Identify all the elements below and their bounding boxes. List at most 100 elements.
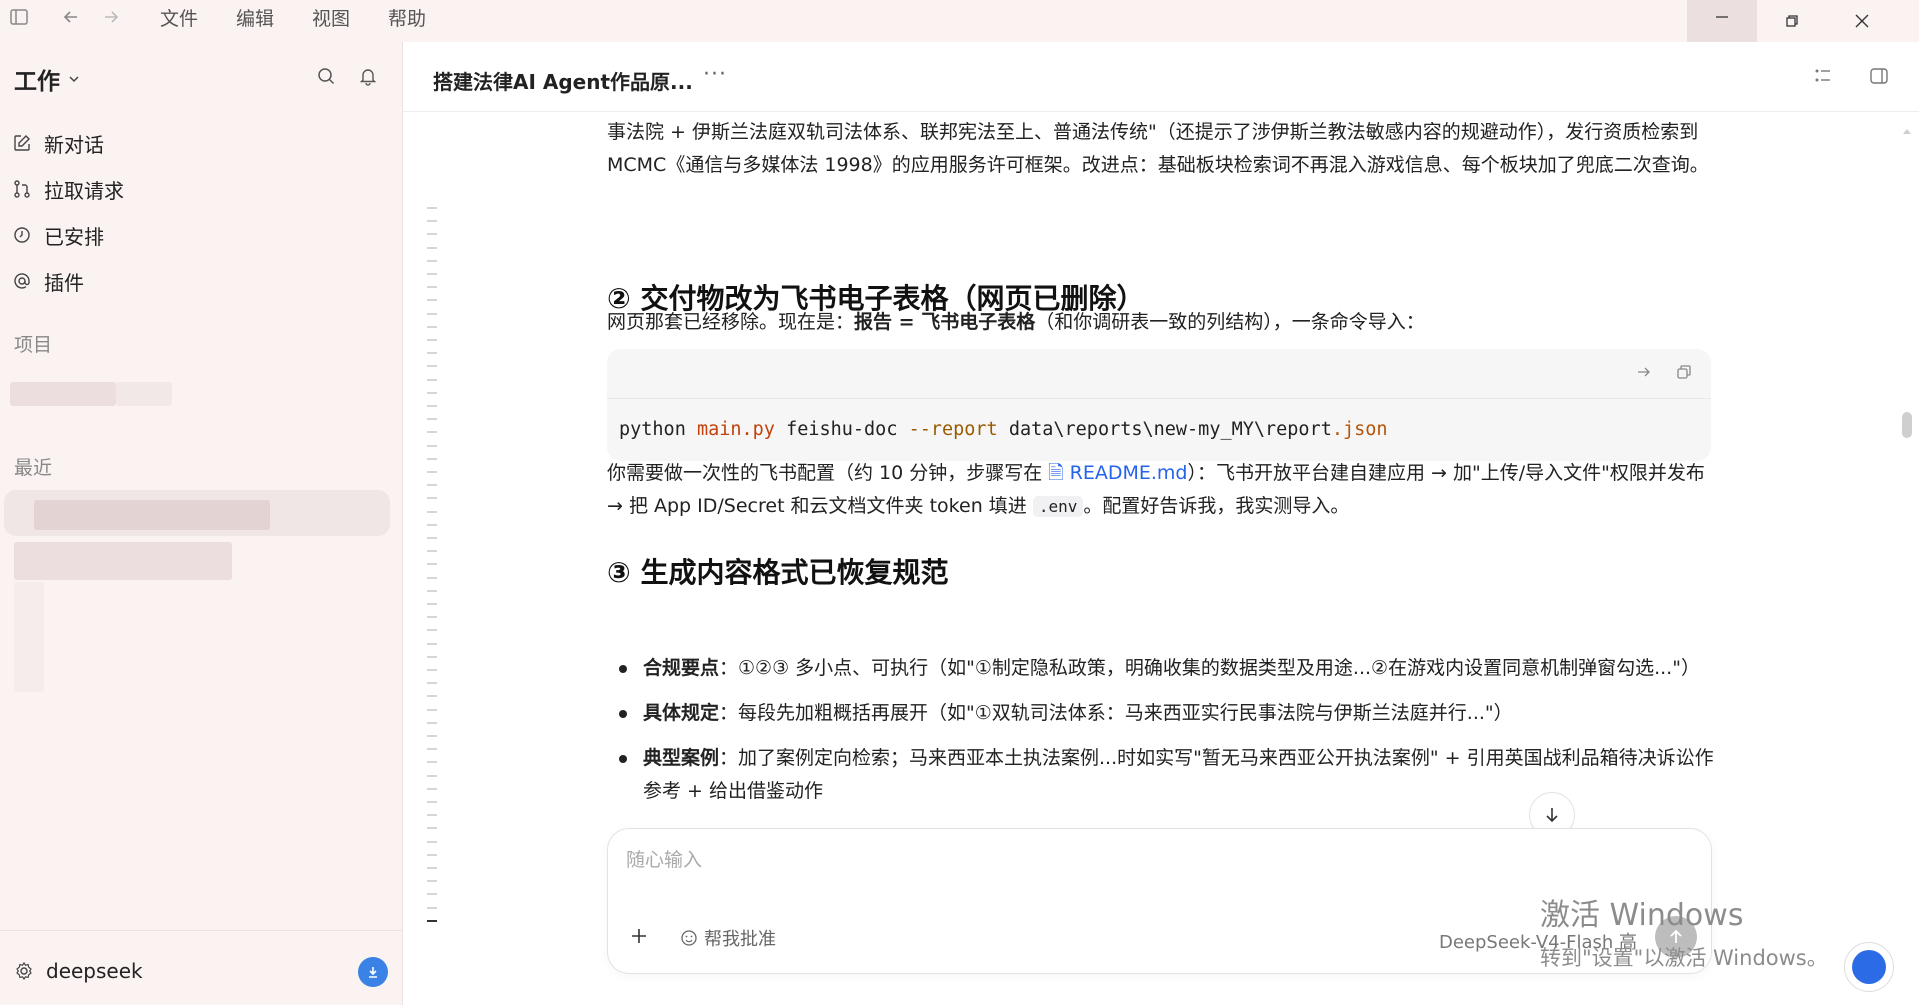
section2-paragraph: 网页那套已经移除。现在是：报告 = 飞书电子表格（和你调研表一致的列结构），一条… — [607, 306, 1717, 339]
minimap-tick — [427, 655, 437, 658]
minimap-tick — [427, 787, 437, 790]
minimap-tick — [427, 880, 437, 883]
download-button[interactable] — [358, 957, 388, 987]
recent-item-redacted — [34, 500, 270, 530]
text-span: 网页那套已经移除。现在是： — [607, 311, 855, 333]
section-heading-3: ③ 生成内容格式已恢复规范 — [607, 556, 949, 589]
watermark-line2: 转到"设置"以激活 Windows。 — [1540, 946, 1828, 970]
back-icon[interactable] — [56, 2, 86, 32]
sidebar-footer: deepseek — [0, 930, 402, 1005]
minimap-tick — [427, 325, 437, 328]
minimap-tick — [427, 220, 437, 223]
sidebar-item-new-chat[interactable]: 新对话 — [12, 120, 124, 166]
recent-item-redacted — [14, 582, 44, 692]
minimap-tick — [427, 616, 437, 619]
project-item-redacted[interactable] — [10, 382, 116, 406]
sidebar-item-scheduled[interactable]: 已安排 — [12, 212, 124, 258]
outline-icon[interactable] — [1813, 66, 1833, 86]
bold-equals: = — [892, 311, 922, 333]
restore-button[interactable] — [1757, 0, 1827, 42]
assistant-icon — [1852, 950, 1886, 984]
minimize-button[interactable] — [1687, 0, 1757, 42]
code-token: python — [619, 419, 697, 440]
message-content: 事法院 + 伊斯兰法庭双轨司法体系、联邦宪法至上、普通法传统"（还提示了涉伊斯兰… — [607, 112, 1717, 867]
minimap-tick — [427, 246, 437, 249]
minimap-tick — [427, 735, 437, 737]
minimap-tick — [427, 471, 437, 473]
message-minimap[interactable] — [427, 207, 439, 947]
arrow-down-icon — [1546, 808, 1558, 823]
minimap-tick — [427, 418, 437, 421]
menu-edit[interactable]: 编辑 — [236, 4, 274, 31]
watermark-line1: 激活 Windows — [1540, 898, 1744, 933]
smile-icon — [681, 930, 697, 946]
minimap-tick — [427, 484, 437, 487]
bell-icon[interactable] — [358, 66, 378, 86]
minimap-tick — [427, 299, 437, 302]
bold-feishu-sheet: 飞书电子表格 — [921, 311, 1036, 333]
scroll-up-arrow-icon[interactable] — [1901, 126, 1913, 136]
main-panel: 搭建法律AI Agent作品原... ··· 事法院 + 伊斯兰法庭双轨司法体系… — [402, 42, 1919, 1005]
sidebar-item-label: 新对话 — [44, 132, 104, 157]
readme-link[interactable]: README.md — [1070, 462, 1188, 484]
add-attachment-button[interactable] — [628, 925, 650, 951]
minimap-tick — [427, 853, 437, 856]
bold-report: 报告 — [854, 311, 893, 333]
bullet-bold: 合规要点 — [643, 657, 720, 679]
scrollbar[interactable] — [1901, 122, 1913, 982]
message-input[interactable] — [626, 843, 1526, 877]
title-bar: 文件 编辑 视图 帮助 — [0, 0, 1919, 42]
code-token: data\reports\new-my_MY\report — [997, 419, 1332, 440]
search-icon[interactable] — [316, 66, 336, 86]
bullet-bold: 具体规定 — [643, 702, 720, 724]
minimap-tick — [427, 537, 437, 539]
minimap-tick — [427, 906, 437, 909]
minimap-tick — [427, 603, 437, 605]
minimap-tick — [427, 339, 437, 341]
minimap-tick — [427, 259, 437, 262]
sidebar-item-plugins[interactable]: 插件 — [12, 258, 124, 304]
chevron-down-icon — [69, 76, 79, 83]
forward-icon[interactable] — [96, 2, 126, 32]
pull-request-icon — [14, 180, 30, 198]
minimap-tick — [427, 682, 437, 685]
sidebar-item-pull-requests[interactable]: 拉取请求 — [12, 166, 124, 212]
minimap-tick — [427, 708, 437, 711]
copy-icon[interactable] — [1675, 363, 1693, 381]
workspace-switcher[interactable]: 工作 — [14, 62, 82, 96]
minimap-tick — [427, 523, 437, 526]
approve-button[interactable]: 帮我批准 — [680, 925, 776, 951]
minimap-tick — [427, 669, 437, 671]
insert-arrow-icon[interactable] — [1635, 363, 1653, 381]
project-item-redacted — [116, 382, 172, 406]
minimap-tick — [427, 391, 437, 394]
minimap-tick — [427, 273, 437, 275]
scroll-thumb[interactable] — [1902, 412, 1912, 438]
minimap-tick — [427, 893, 437, 896]
bullet-bold: 典型案例 — [643, 747, 720, 769]
inline-code: .env — [1032, 496, 1084, 517]
menu-file[interactable]: 文件 — [160, 4, 198, 31]
menu-help[interactable]: 帮助 — [388, 4, 426, 31]
more-icon[interactable]: ··· — [703, 62, 727, 87]
minimap-tick — [427, 589, 437, 592]
minimap-tick — [427, 286, 437, 289]
assistant-float-button[interactable] — [1844, 942, 1894, 992]
user-name: deepseek — [46, 959, 143, 983]
panel-toggle-icon[interactable] — [1869, 66, 1889, 86]
text-span: 。配置好告诉我，我实测导入。 — [1083, 495, 1350, 517]
bullet-text: ：①②③ 多小点、可执行（如"①制定隐私政策，明确收集的数据类型及用途...②在… — [719, 657, 1700, 679]
menu-view[interactable]: 视图 — [312, 4, 350, 31]
minimap-tick — [427, 774, 437, 777]
minimap-tick — [427, 563, 437, 566]
minimap-tick — [427, 867, 437, 869]
conversation-header: 搭建法律AI Agent作品原... ··· — [403, 42, 1919, 112]
settings-user[interactable]: deepseek — [14, 959, 143, 983]
sidebar-toggle-icon[interactable] — [4, 2, 34, 32]
close-button[interactable] — [1827, 0, 1897, 42]
minimap-tick — [427, 207, 437, 209]
minimap-tick — [427, 761, 437, 764]
recent-item-redacted[interactable] — [14, 542, 232, 580]
minimap-tick — [427, 405, 437, 407]
minimap-tick — [427, 550, 437, 553]
